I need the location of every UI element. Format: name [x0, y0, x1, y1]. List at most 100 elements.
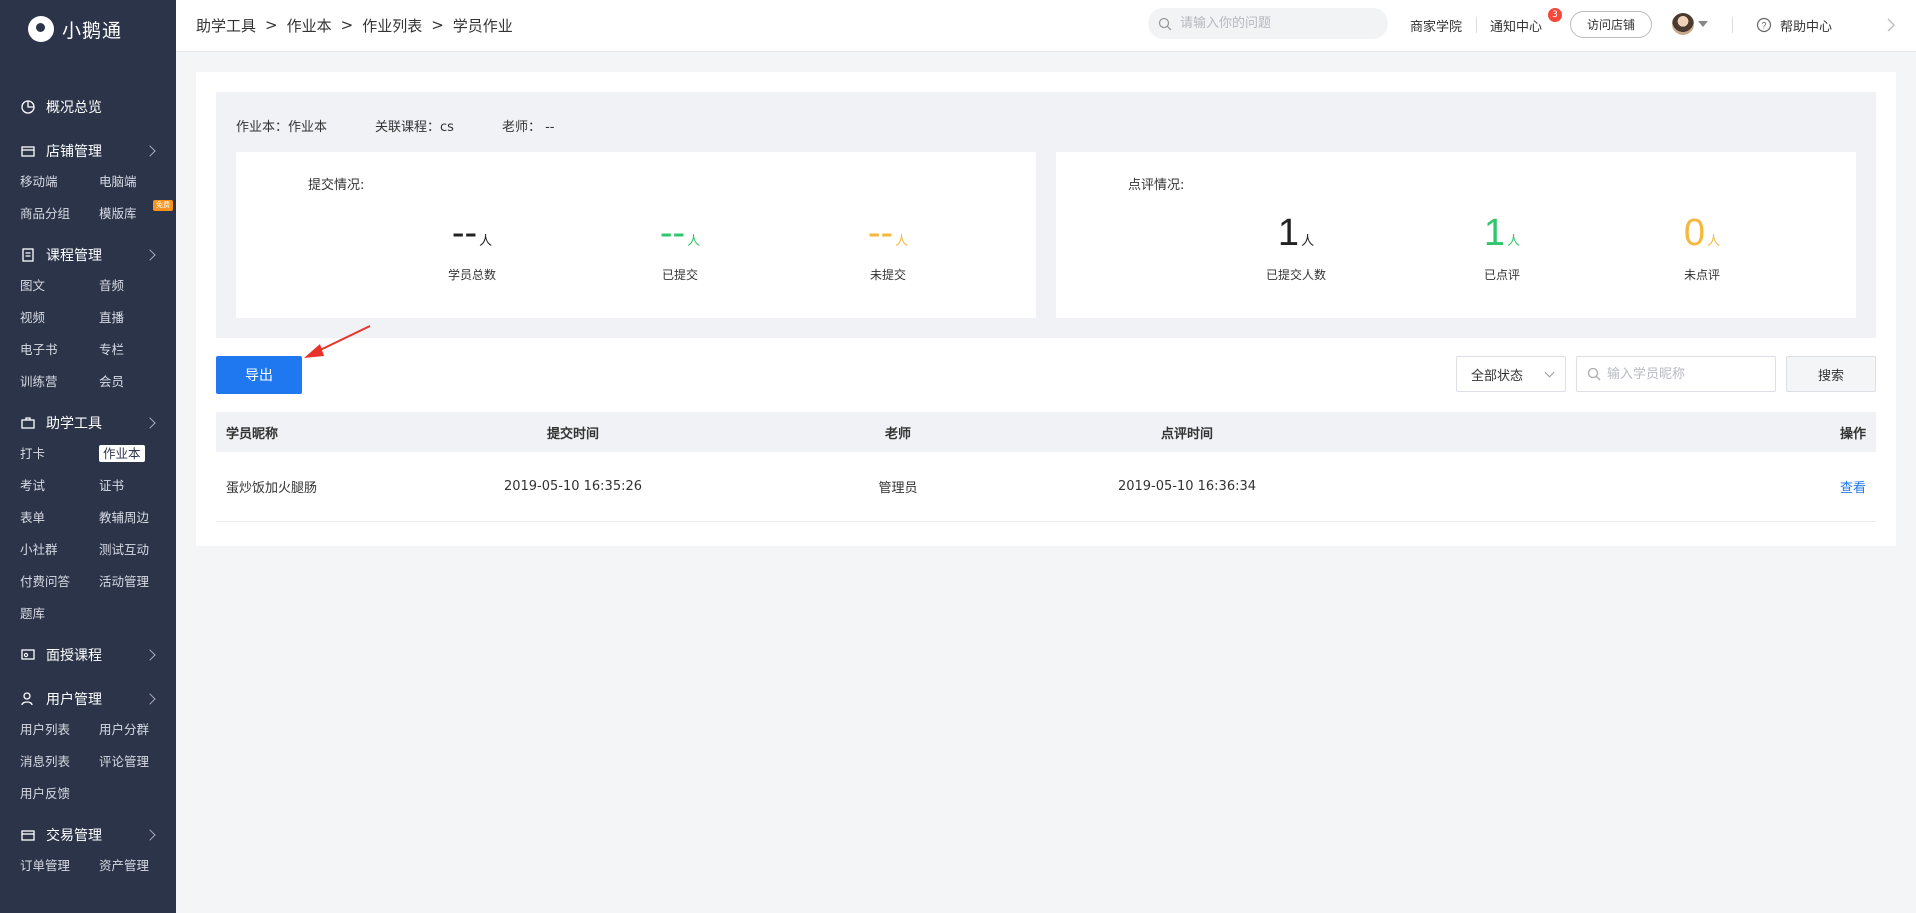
- chevron-right-icon: [144, 649, 156, 661]
- sidebar-nav: 概况总览店铺管理移动端 电脑端 商品分组 模版库 免费课程管理 图文 音频视频 直播 电子书 专栏…: [0, 58, 176, 880]
- sidebar-group-label: 面授课程: [46, 648, 102, 664]
- help-center-label: 帮助中心: [1780, 19, 1833, 35]
- sidebar-item[interactable]: 教辅周边: [99, 504, 176, 532]
- divider: [1732, 17, 1733, 33]
- chevron-right-icon: [144, 145, 156, 157]
- sidebar-item[interactable]: 电脑端: [99, 168, 176, 196]
- stat-label: 未点评: [1683, 268, 1720, 282]
- sidebar-item[interactable]: 用户列表: [20, 716, 99, 744]
- help-icon: ?: [1756, 17, 1772, 33]
- breadcrumb-item[interactable]: 助学工具: [196, 15, 256, 36]
- column-header: 操作: [1839, 426, 1866, 442]
- sidebar-item[interactable]: 消息列表: [20, 748, 99, 776]
- breadcrumb: 助学工具 > 作业本 > 作业列表 > 学员作业: [196, 15, 513, 36]
- sidebar-item[interactable]: 商品分组: [20, 200, 99, 228]
- sidebar-item[interactable]: 专栏: [99, 336, 176, 364]
- sidebar-item-label: 电脑端: [99, 174, 137, 189]
- sidebar-item[interactable]: 付费问答: [20, 568, 99, 596]
- card-icon: [20, 827, 36, 843]
- chevron-right-icon: [144, 417, 156, 429]
- help-search[interactable]: [1148, 8, 1388, 39]
- sidebar-item[interactable]: 题库: [20, 600, 99, 628]
- sidebar: 小鹅通 概况总览 店铺管理 移动端 电脑端 商品分组 模版库 免费 课程管理 图文 音频 视频 直播电…: [0, 0, 176, 913]
- app-name: 小鹅通: [62, 19, 123, 42]
- top-header: 助学工具> 作业本> 作业列表> 学员作业 商家学院 通知中心 3 访问店铺 ?…: [176, 0, 1916, 52]
- sidebar-item[interactable]: 订单管理: [20, 852, 99, 880]
- pie-chart-icon: [20, 99, 36, 115]
- sidebar-item[interactable]: 作业本: [99, 440, 176, 468]
- sidebar-group: 店铺管理移动端 电脑端 商品分组 模版库 免费: [0, 134, 176, 228]
- sidebar-item[interactable]: 模版库 免费: [99, 200, 176, 228]
- sidebar-item[interactable]: 表单: [20, 504, 99, 532]
- search-button[interactable]: 搜索: [1786, 356, 1876, 392]
- sidebar-item[interactable]: 移动端: [20, 168, 99, 196]
- notification-label: 通知中心: [1490, 19, 1543, 35]
- divider: [1476, 17, 1477, 33]
- visit-store-button[interactable]: 访问店铺: [1570, 11, 1652, 38]
- logo[interactable]: 小鹅通: [0, 0, 176, 58]
- stat-unit: 人: [1507, 234, 1521, 249]
- sidebar-item[interactable]: 会员: [99, 368, 176, 396]
- breadcrumb-item[interactable]: 作业本: [287, 15, 332, 36]
- sidebar-group-header[interactable]: 课程管理: [0, 238, 176, 272]
- sidebar-item-label: 小社群: [20, 542, 58, 557]
- sidebar-item[interactable]: 图文: [20, 272, 99, 300]
- sidebar-group-header[interactable]: 助学工具: [0, 406, 176, 440]
- notification-center-link[interactable]: 通知中心 3: [1490, 0, 1562, 50]
- sidebar-item[interactable]: 训练营: [20, 368, 99, 396]
- export-button[interactable]: 导出: [216, 356, 302, 394]
- stat-value: 1: [1277, 212, 1300, 254]
- sidebar-item[interactable]: 电子书: [20, 336, 99, 364]
- chevron-down-icon[interactable]: [1698, 21, 1708, 27]
- sidebar-item[interactable]: 考试: [20, 472, 99, 500]
- sidebar-item[interactable]: 资产管理: [99, 852, 176, 880]
- status-filter-select[interactable]: 全部状态: [1456, 356, 1566, 392]
- sidebar-group-label: 用户管理: [46, 692, 102, 708]
- sidebar-submenu: 用户列表 用户分群 消息列表 评论管理用户反馈: [0, 716, 176, 808]
- sidebar-group-header[interactable]: 概况总览: [0, 90, 176, 124]
- chevron-right-icon: [144, 693, 156, 705]
- sidebar-item[interactable]: 测试互动: [99, 536, 176, 564]
- sidebar-group-label: 交易管理: [46, 828, 102, 844]
- sidebar-group-label: 店铺管理: [46, 144, 102, 160]
- sidebar-item[interactable]: 打卡: [20, 440, 99, 468]
- sidebar-item-label: 视频: [20, 310, 46, 325]
- sidebar-group-header[interactable]: 面授课程: [0, 638, 176, 672]
- chevron-right-icon: [144, 249, 156, 261]
- stat-submitted-count: 1人 已提交人数: [1236, 214, 1356, 283]
- sidebar-item-label: 活动管理: [99, 574, 150, 589]
- sidebar-group-header[interactable]: 店铺管理: [0, 134, 176, 168]
- sidebar-item-label: 评论管理: [99, 754, 150, 769]
- stat-total-students: -- 人 学员总数: [412, 214, 532, 283]
- sidebar-item[interactable]: 音频: [99, 272, 176, 300]
- avatar[interactable]: [1672, 13, 1694, 35]
- sidebar-item[interactable]: 证书: [99, 472, 176, 500]
- help-search-input[interactable]: [1180, 16, 1370, 31]
- sidebar-group: 课程管理 图文 音频视频 直播 电子书 专栏 训练营 会员: [0, 238, 176, 396]
- help-center-link[interactable]: ? 帮助中心: [1756, 0, 1832, 50]
- sidebar-item[interactable]: 直播: [99, 304, 176, 332]
- merchant-academy-link[interactable]: 商家学院: [1410, 0, 1462, 50]
- sidebar-item-label: 订单管理: [20, 858, 71, 873]
- chevron-right-icon[interactable]: [1886, 17, 1896, 33]
- sidebar-item-label: 用户反馈: [20, 786, 71, 801]
- sidebar-item[interactable]: 用户反馈: [20, 780, 99, 808]
- sidebar-group-header[interactable]: 用户管理: [0, 682, 176, 716]
- sidebar-item-label: 用户分群: [99, 722, 150, 737]
- stat-not-reviewed: 0人 未点评: [1642, 214, 1762, 283]
- stat-value: --: [451, 212, 478, 254]
- sidebar-item[interactable]: 活动管理: [99, 568, 176, 596]
- stat-unit: 人: [479, 234, 493, 249]
- student-name-input[interactable]: [1607, 366, 1767, 382]
- stat-label: 学员总数: [447, 268, 496, 282]
- sidebar-item-label: 表单: [20, 510, 46, 525]
- sidebar-item[interactable]: 小社群: [20, 536, 99, 564]
- student-name-search[interactable]: [1576, 356, 1776, 392]
- sidebar-group: 概况总览: [0, 90, 176, 124]
- sidebar-item[interactable]: 视频: [20, 304, 99, 332]
- view-link[interactable]: 查看: [1840, 452, 1866, 521]
- sidebar-item[interactable]: 评论管理: [99, 748, 176, 776]
- sidebar-item[interactable]: 用户分群: [99, 716, 176, 744]
- breadcrumb-item[interactable]: 作业列表: [362, 15, 422, 36]
- sidebar-group-header[interactable]: 交易管理: [0, 818, 176, 852]
